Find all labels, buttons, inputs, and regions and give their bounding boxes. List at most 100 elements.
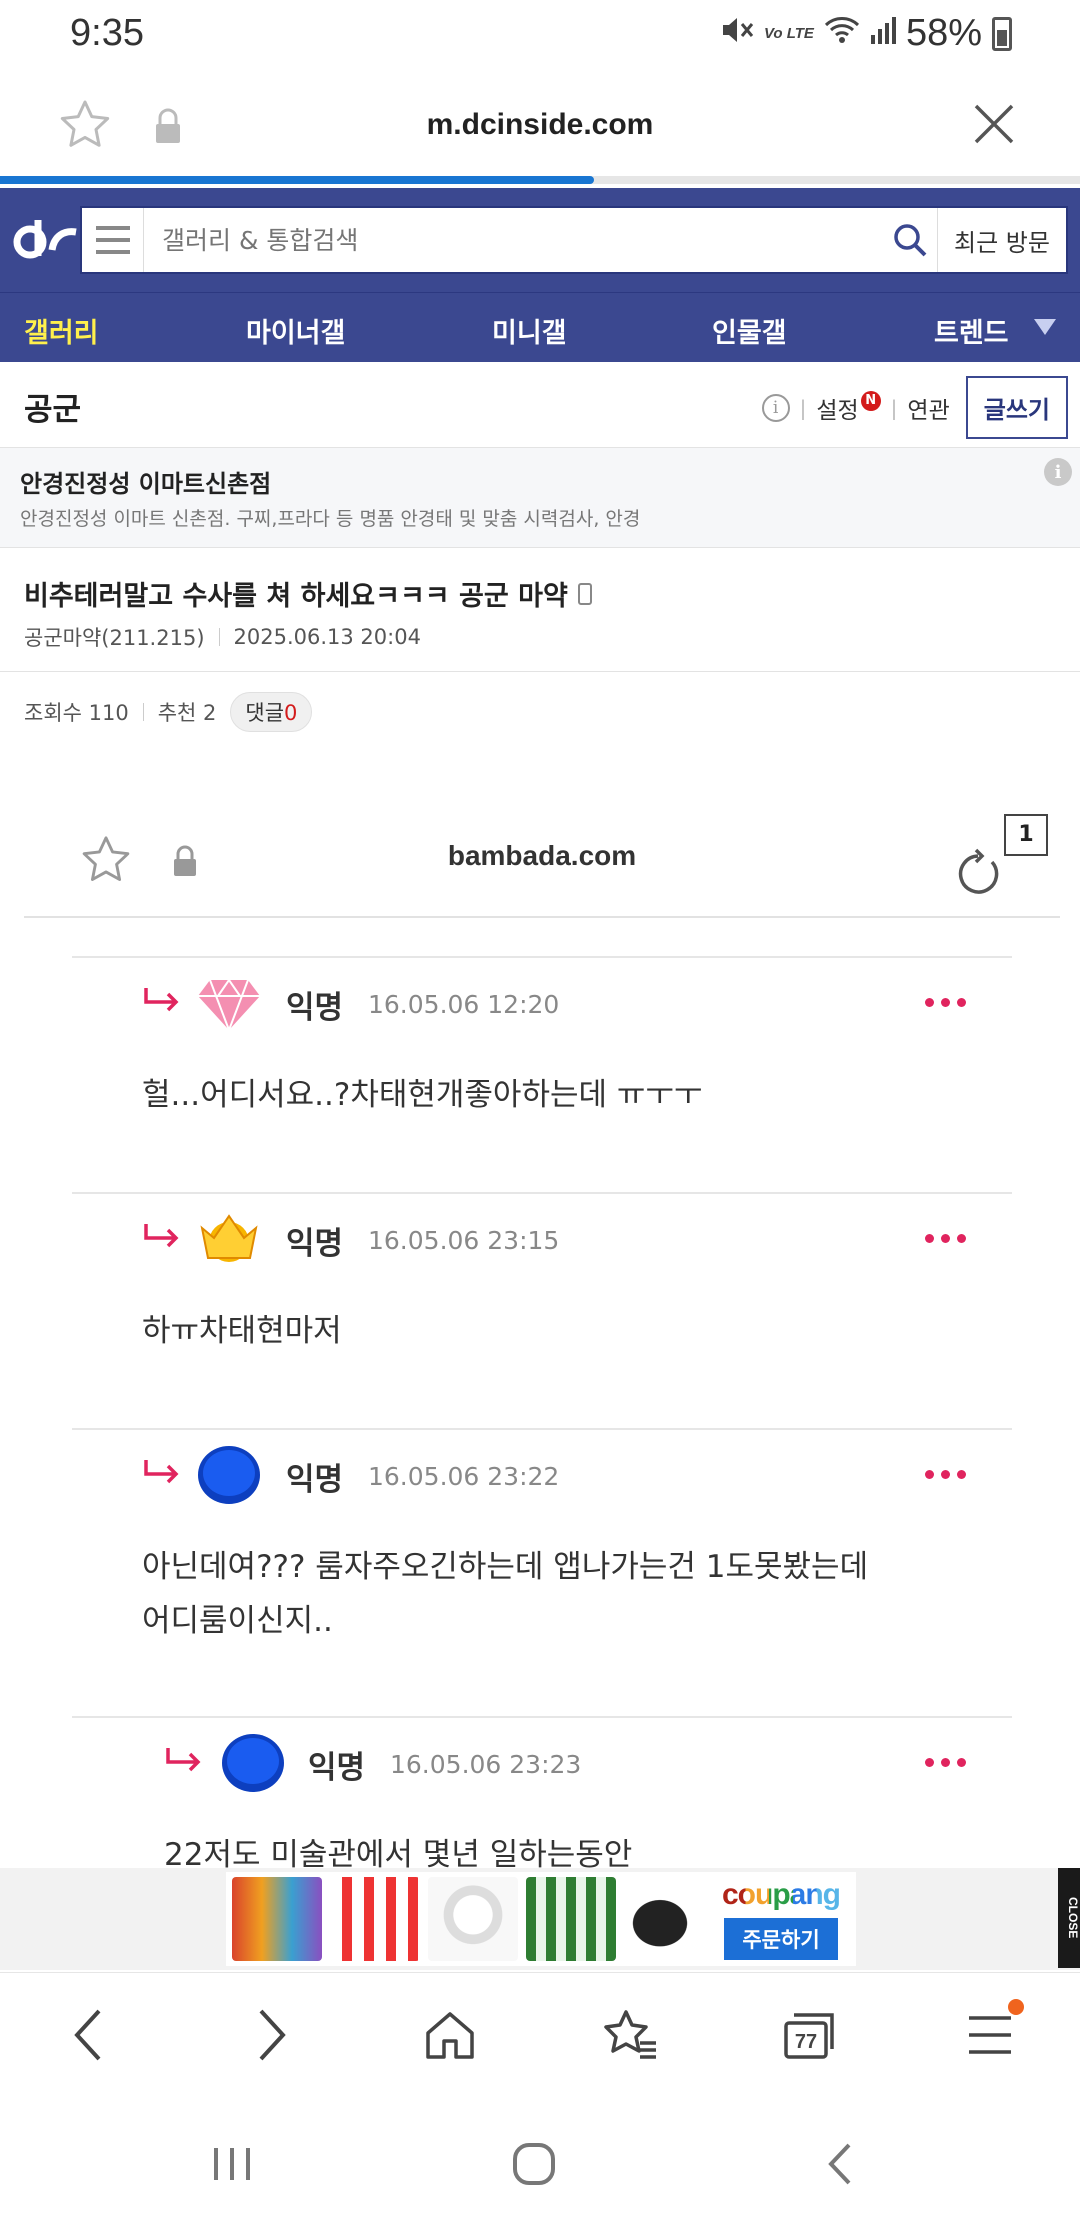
embedded-url-bar: bambada.com 1 — [24, 800, 1060, 918]
divider: | — [890, 395, 898, 420]
tab-person-gallery[interactable]: 인물갤 — [712, 311, 787, 350]
notification-dot — [1008, 1999, 1024, 2015]
product-image — [526, 1877, 616, 1961]
recent-visit-button[interactable]: 최근 방문 — [938, 223, 1066, 258]
coupang-ad[interactable]: coupang 주문하기 — [226, 1872, 856, 1966]
bookmarks-button[interactable] — [600, 2005, 660, 2065]
close-icon[interactable] — [972, 102, 1016, 146]
chevron-down-icon[interactable] — [1034, 319, 1056, 335]
status-bar: 9:35 Vo LTE 58% — [0, 0, 1080, 70]
divider — [218, 628, 220, 646]
volte-icon: Vo LTE — [763, 25, 814, 42]
comment-item: 익명 16.05.06 23:15 하ㅠ차태현마저 — [72, 1192, 1012, 1428]
order-button[interactable]: 주문하기 — [724, 1918, 838, 1960]
more-options-icon — [925, 1470, 966, 1479]
more-options-icon — [925, 1758, 966, 1767]
tabs-icon: 77 — [784, 2013, 834, 2059]
back-nav-button[interactable] — [810, 2134, 870, 2194]
post-image: bambada.com 1 익명 16.05.06 12:20 헐...어디서요… — [0, 760, 1080, 1870]
product-image — [232, 1877, 322, 1961]
tab-minor-gallery[interactable]: 마이너갤 — [246, 311, 345, 350]
info-icon[interactable]: i — [761, 393, 790, 422]
comment-author: 익명 — [286, 1226, 344, 1262]
blue-circle-icon — [222, 1734, 284, 1792]
post-title-row: 비추테러말고 수사를 쳐 하세요ㅋㅋㅋ 공군 마약 — [24, 574, 592, 613]
post-author[interactable]: 공군마약(211.215) — [24, 622, 205, 652]
tabs-button[interactable]: 77 — [780, 2005, 840, 2065]
embedded-tab-count: 1 — [1004, 814, 1048, 856]
home-nav-button[interactable] — [504, 2134, 564, 2194]
post-stats: 조회수 110 추천 2 댓글0 — [24, 692, 313, 732]
home-circle-icon — [513, 2143, 555, 2185]
hamburger-menu-icon[interactable] — [82, 208, 144, 272]
comment-date: 16.05.06 12:20 — [368, 990, 560, 1019]
comment-body: 헐...어디서요..?차태현개좋아하는데 ㅠㅜㅜ — [142, 1077, 703, 1113]
settings-label: 설정 — [816, 397, 859, 424]
comment-body: 하ㅠ차태현마저 — [142, 1313, 342, 1349]
comment-button[interactable]: 댓글0 — [230, 692, 313, 732]
comment-item: 익명 16.05.06 23:23 22저도 미술관에서 몇년 일하는동안 — [72, 1716, 1012, 1870]
dc-header: 최근 방문 — [0, 188, 1080, 292]
signal-icon — [870, 12, 896, 55]
comment-date: 16.05.06 23:23 — [390, 1750, 582, 1779]
settings-link[interactable]: 설정 N — [816, 390, 881, 425]
tab-trend[interactable]: 트렌드 — [934, 311, 1009, 350]
dcinside-logo[interactable] — [8, 206, 78, 276]
write-button[interactable]: 글쓰기 — [965, 376, 1068, 439]
mute-icon — [720, 15, 754, 53]
divider: | — [799, 395, 807, 420]
menu-button[interactable] — [960, 1999, 1024, 2065]
blue-circle-icon — [198, 1446, 260, 1504]
gallery-title[interactable]: 공군 — [24, 384, 81, 429]
comment-author: 익명 — [286, 1462, 344, 1498]
tab-count: 77 — [795, 2031, 817, 2053]
comment-body: 아닌데여??? 룸자주오긴하는데 앱나가는건 1도못봤는데 어디룸이신지.. — [142, 1549, 869, 1639]
reply-arrow-icon — [144, 1460, 179, 1484]
post-meta: 공군마약(211.215) 2025.06.13 20:04 — [24, 622, 421, 652]
comment-count: 0 — [284, 701, 298, 725]
search-icon — [893, 224, 926, 257]
search-input[interactable] — [144, 208, 882, 272]
gallery-tools: i | 설정 N | 연관 글쓰기 — [761, 376, 1068, 439]
post-header: 비추테러말고 수사를 쳐 하세요ㅋㅋㅋ 공군 마약 공군마약(211.215) … — [0, 548, 1080, 672]
coupang-logo: coupang — [722, 1878, 841, 1911]
home-button[interactable] — [420, 2005, 480, 2065]
divider — [142, 703, 144, 721]
pink-diamond-icon — [198, 978, 260, 1031]
embedded-url: bambada.com — [447, 840, 637, 871]
tab-mini-gallery[interactable]: 미니갤 — [492, 311, 567, 350]
tab-gallery[interactable]: 갤러리 — [24, 311, 99, 350]
reply-arrow-icon — [144, 1224, 179, 1248]
page-load-progress — [0, 176, 1080, 184]
bookmark-list-icon — [604, 2010, 656, 2059]
battery-percent: 58% — [905, 12, 982, 54]
forward-button[interactable] — [242, 2005, 302, 2065]
recommend-count: 추천 2 — [157, 701, 217, 725]
related-link[interactable]: 연관 — [907, 391, 949, 425]
back-nav-icon — [828, 2143, 851, 2185]
comment-item: 익명 16.05.06 23:22 아닌데여??? 룸자주오긴하는데 앱나가는건… — [72, 1428, 1012, 1716]
recent-apps-icon — [214, 2148, 250, 2180]
product-image — [428, 1877, 518, 1961]
system-navigation — [0, 2100, 1080, 2220]
battery-icon — [992, 16, 1012, 51]
chevron-right-icon — [259, 2009, 286, 2061]
ad-info-icon[interactable]: i — [1044, 458, 1072, 486]
gallery-header: 공군 i | 설정 N | 연관 글쓰기 — [0, 362, 1080, 448]
recent-apps-button[interactable] — [202, 2134, 262, 2194]
ad-title: 안경진정성 이마트신촌점 — [20, 470, 272, 498]
ad-close-button[interactable]: CLOSE — [1058, 1868, 1080, 1968]
post-datetime: 2025.06.13 20:04 — [233, 625, 421, 649]
gallery-nav-tabs: 갤러리 마이너갤 미니갤 인물갤 트렌드 — [0, 292, 1080, 362]
url-text[interactable]: m.dcinside.com — [0, 108, 1080, 142]
search-bar: 최근 방문 — [80, 206, 1068, 274]
view-count: 조회수 110 — [24, 701, 129, 725]
text-ad[interactable]: 안경진정성 이마트신촌점 안경진정성 이마트 신촌점. 구찌,프라다 등 명품 … — [0, 448, 1080, 548]
product-image — [624, 1877, 714, 1961]
post-title: 비추테러말고 수사를 쳐 하세요ㅋㅋㅋ 공군 마약 — [24, 581, 568, 612]
back-button[interactable] — [58, 2005, 118, 2065]
banner-ad: coupang 주문하기 CLOSE — [0, 1868, 1080, 1970]
comment-body: 22저도 미술관에서 몇년 일하는동안 — [164, 1837, 633, 1870]
search-button[interactable] — [882, 208, 938, 272]
refresh-icon — [958, 848, 999, 894]
